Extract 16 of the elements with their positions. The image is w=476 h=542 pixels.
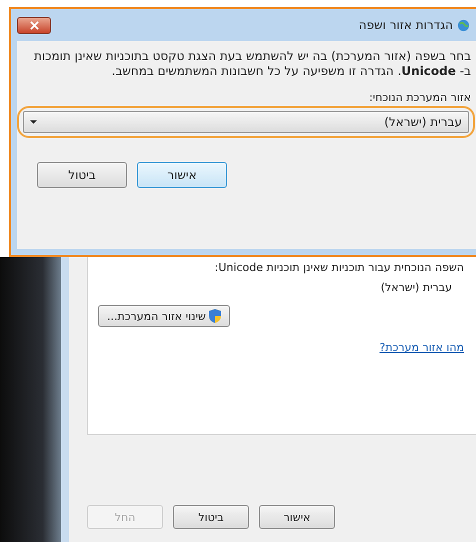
help-link[interactable]: מהו אזור מערכת? <box>380 341 464 354</box>
ok-button[interactable]: אישור <box>137 162 227 188</box>
ok-button[interactable]: אישור <box>259 505 335 529</box>
globe-icon <box>457 18 470 32</box>
window-title: הגדרות אזור ושפה <box>358 18 453 32</box>
system-locale-dropdown[interactable]: עברית (ישראל) <box>23 111 469 133</box>
panel-heading: השפה הנוכחית עבור תוכניות שאינן תוכניות Unicode: <box>214 261 464 275</box>
current-language-text: עברית (ישראל) <box>380 281 452 295</box>
shield-icon <box>208 309 221 323</box>
caret-icon <box>30 120 37 124</box>
field-label: אזור המערכת הנוכחי: <box>368 91 471 104</box>
close-icon <box>30 20 38 30</box>
cancel-button[interactable]: ביטול <box>37 162 127 188</box>
cancel-button[interactable]: ביטול <box>173 505 249 529</box>
close-button[interactable] <box>17 16 51 34</box>
change-locale-button[interactable]: שינוי אזור המערכת... <box>98 305 230 327</box>
